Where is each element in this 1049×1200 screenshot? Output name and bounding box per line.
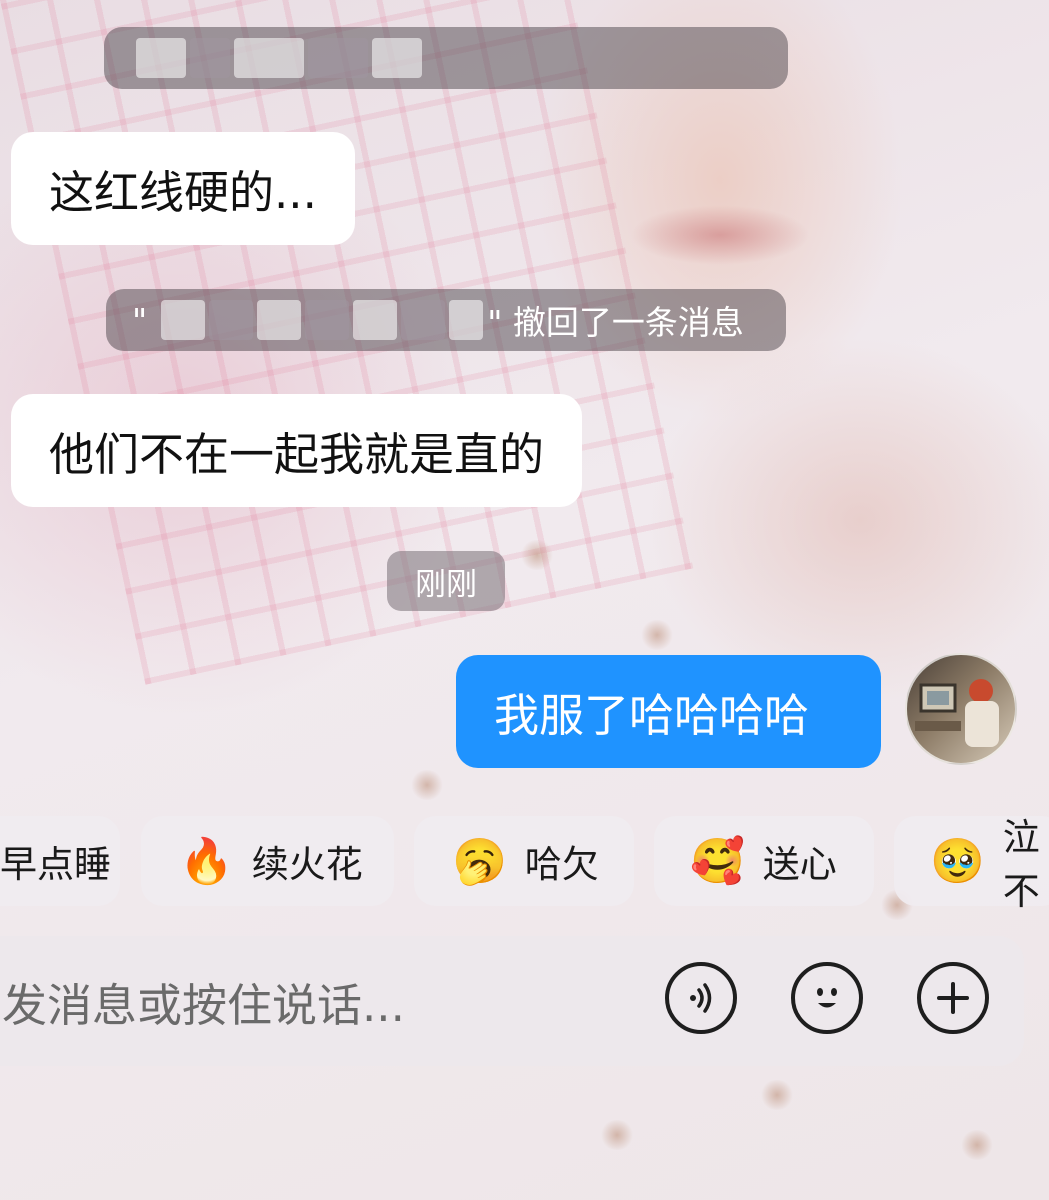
voice-wave-icon[interactable] [665,962,737,1034]
fire-icon: 🔥 [179,836,234,887]
incoming-message-bubble[interactable]: 这红线硬的... [11,132,355,245]
yawn-face-icon: 🥱 [452,836,507,887]
background-print-dot [520,540,554,570]
incoming-message-bubble[interactable]: 他们不在一起我就是直的 [11,394,583,507]
background-print-dot [410,770,444,800]
teary-face-icon: 🥹 [930,836,985,887]
message-text: 他们不在一起我就是直的 [49,428,545,481]
message-text: 我服了哈哈哈哈 [494,689,810,742]
quick-reply-chip[interactable]: 🔥 续火花 [141,816,394,906]
quick-reply-chip[interactable]: 🥹 泣不 [894,816,1049,913]
outgoing-message-bubble[interactable]: 我服了哈哈哈哈 [456,655,881,768]
message-text: 这红线硬的... [49,166,317,219]
message-input[interactable]: 发消息或按住说话... [2,936,405,1066]
recalled-message-notice: " " 撤回了一条消息 [106,289,786,351]
background-print-dot [600,1120,634,1150]
quick-reply-chip[interactable]: 🥱 哈欠 [414,816,634,906]
heart-hug-face-icon: 🥰 [690,836,745,887]
plus-circle-icon[interactable] [917,962,989,1034]
message-input-bar[interactable]: 发消息或按住说话... [0,936,1024,1066]
background-print-dot [760,1080,794,1110]
avatar-photo [915,679,999,747]
background-lips [630,205,810,265]
quick-reply-chip[interactable]: 早点睡 [0,816,120,906]
quick-reply-chip[interactable]: 🥰 送心 [654,816,874,906]
background-print-dot [640,620,674,650]
avatar[interactable] [905,653,1017,765]
emoji-face-icon[interactable] [791,962,863,1034]
background-print-dot [960,1130,994,1160]
blurred-username [161,300,206,340]
blurred-system-banner [104,27,788,89]
timestamp-pill: 刚刚 [387,551,505,611]
